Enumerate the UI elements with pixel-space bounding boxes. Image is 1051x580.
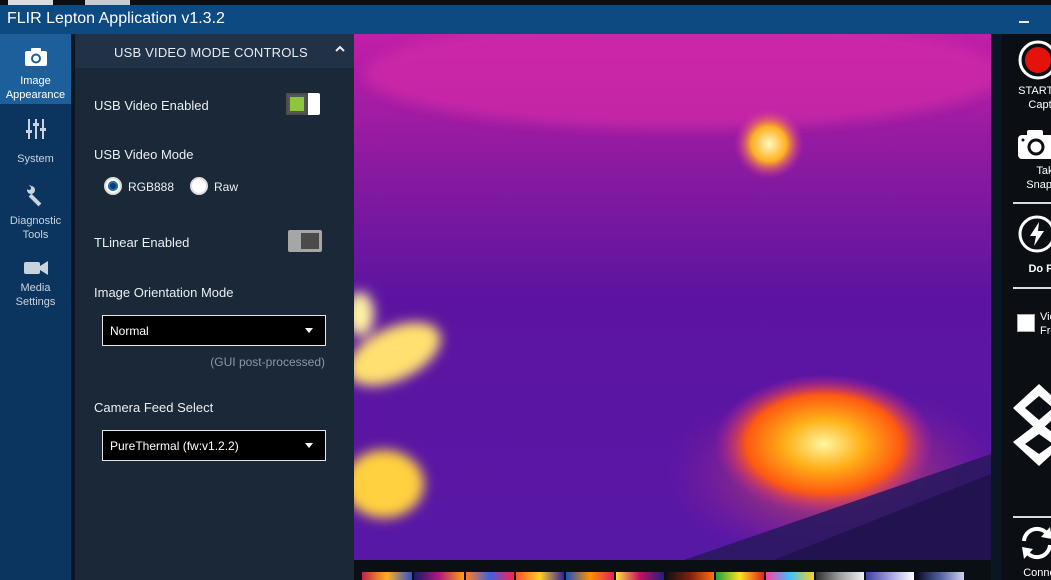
palette-swatch[interactable] (766, 572, 814, 580)
toggle-knob (301, 233, 319, 249)
image-orientation-label: Image Orientation Mode (94, 285, 234, 300)
freeze-label: Freez (1040, 325, 1051, 337)
separator (1013, 287, 1051, 289)
nav-item-diagnostic-tools[interactable]: Diagnostic Tools (0, 184, 71, 244)
nav-label: Tools (22, 229, 49, 241)
start-video-capture-button[interactable]: START Vide Capture (1013, 40, 1051, 112)
minimize-button[interactable] (1019, 21, 1029, 23)
video-camera-icon (23, 261, 48, 275)
tlinear-enabled-label: TLinear Enabled (94, 235, 190, 250)
palette-swatch[interactable] (916, 572, 964, 580)
nav-item-image-appearance[interactable]: Image Appearance (0, 34, 71, 104)
palette-swatch[interactable] (566, 572, 614, 580)
usb-video-mode-label: USB Video Mode (94, 147, 194, 162)
dropdown-arrow-icon (305, 443, 313, 448)
camera-feed-select[interactable]: PureThermal (fw:v1.2.2) (102, 430, 326, 461)
nav-item-system[interactable]: System (0, 118, 71, 168)
connection-label: Connectio (1023, 567, 1051, 579)
nav-label: Image (20, 75, 51, 87)
palette-swatch[interactable] (716, 572, 764, 580)
palette-swatch[interactable] (362, 572, 412, 580)
snapshot-label: Snapsho (1026, 179, 1051, 191)
image-orientation-select[interactable]: Normal (102, 315, 326, 346)
palette-swatch[interactable] (516, 572, 564, 580)
camera-icon (1018, 130, 1051, 159)
palette-swatch[interactable] (666, 572, 714, 580)
palette-swatch[interactable] (414, 572, 464, 580)
palette-strip (354, 560, 991, 580)
usb-video-enabled-toggle[interactable] (286, 93, 320, 115)
palette-swatch[interactable] (866, 572, 914, 580)
camera-feed-value: PureThermal (fw:v1.2.2) (110, 439, 239, 453)
thermal-video-feed (354, 34, 991, 560)
thermal-image (354, 34, 991, 560)
nav-item-media-settings[interactable]: Media Settings (0, 260, 71, 320)
radio-rgb888-label: RGB888 (128, 180, 175, 194)
video-label: Vide (1040, 311, 1051, 323)
right-toolbar: START Vide Capture Take Snapsho Do FFC V… (991, 34, 1051, 580)
lightning-icon (1018, 215, 1051, 253)
record-icon (1018, 40, 1051, 80)
panel-title: USB VIDEO MODE CONTROLS (114, 45, 308, 60)
video-freeze-checkbox[interactable] (1017, 314, 1035, 332)
wrench-icon (26, 185, 41, 207)
palette-swatch[interactable] (816, 572, 864, 580)
radio-raw[interactable] (190, 177, 208, 195)
video-freeze-label: Vide Freez (1040, 310, 1051, 338)
camera-feed-label: Camera Feed Select (94, 400, 214, 415)
nav-label: System (17, 153, 54, 165)
connection-button[interactable]: Connectio (1013, 524, 1051, 580)
sliders-icon (25, 119, 46, 139)
refresh-icon (1022, 526, 1051, 560)
nav-label: Settings (15, 296, 56, 308)
take-label: Take (1036, 165, 1051, 177)
radio-raw-label: Raw (214, 180, 239, 194)
do-ffc-button[interactable]: Do FFC (1013, 214, 1051, 276)
nav-label: Appearance (5, 89, 66, 101)
separator (1013, 202, 1051, 204)
chevron-up-icon[interactable] (334, 43, 346, 55)
panel-header[interactable]: USB VIDEO MODE CONTROLS (75, 34, 354, 68)
app-title: FLIR Lepton Application v1.3.2 (7, 10, 225, 27)
capture-label: Capture (1028, 99, 1051, 111)
nav-label: Diagnostic (9, 215, 62, 227)
title-bar: FLIR Lepton Application v1.3.2 (0, 5, 1051, 34)
camera-icon (24, 48, 47, 66)
palette-swatch[interactable] (616, 572, 664, 580)
separator (1013, 516, 1051, 518)
radio-rgb888[interactable] (104, 177, 122, 195)
gui-post-processed-note: (GUI post-processed) (210, 355, 325, 369)
left-nav: Image Appearance System Diagnostic Tools… (0, 34, 71, 580)
nav-label: Media (20, 282, 51, 294)
usb-video-mode-panel: USB VIDEO MODE CONTROLS USB Video Enable… (71, 34, 354, 580)
start-video-label: START Vide (1018, 85, 1051, 97)
palette-swatch[interactable] (466, 572, 514, 580)
image-orientation-value: Normal (110, 324, 149, 338)
toggle-knob (288, 95, 306, 113)
usb-video-enabled-label: USB Video Enabled (94, 98, 209, 113)
dropdown-arrow-icon (305, 328, 313, 333)
do-ffc-label: Do FFC (1028, 263, 1051, 275)
tlinear-enabled-toggle[interactable] (288, 230, 322, 252)
take-snapshot-button[interactable]: Take Snapsho (1013, 128, 1051, 192)
diamond-logo-icon[interactable] (1013, 384, 1051, 474)
